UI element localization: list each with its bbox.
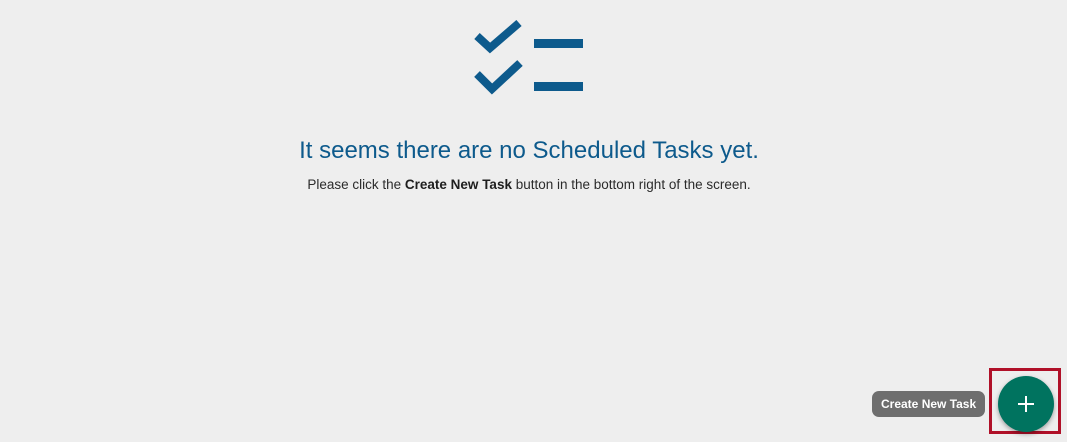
empty-state-subtitle: Please click the Create New Task button … [0, 176, 1058, 194]
checklist-icon [474, 20, 583, 95]
empty-state-title: It seems there are no Scheduled Tasks ye… [299, 137, 759, 164]
subtitle-emphasis: Create New Task [404, 177, 512, 192]
create-task-tooltip: Create New Task [872, 391, 986, 417]
plus-icon [1018, 396, 1034, 412]
subtitle-text-after: button in the bottom right of the screen… [511, 177, 751, 192]
create-new-task-button[interactable] [998, 376, 1054, 432]
subtitle-text-before: Please click the [307, 177, 405, 192]
